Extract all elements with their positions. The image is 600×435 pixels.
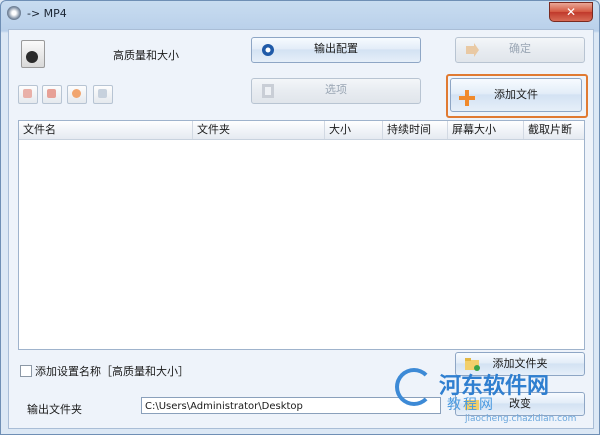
add-file-button[interactable]: 添加文件 [450,78,582,112]
column-screen-size[interactable]: 屏幕大小 [448,121,524,139]
remove-button[interactable] [42,85,62,104]
add-file-label: 添加文件 [494,88,538,101]
mp4-file-icon [21,40,45,68]
options-button[interactable]: 选项 [251,78,421,104]
clear-list-button[interactable] [18,85,38,104]
column-filename[interactable]: 文件名 [19,121,193,139]
table-header: 文件名 文件夹 大小 持续时间 屏幕大小 截取片断 [19,121,584,140]
column-duration[interactable]: 持续时间 [383,121,448,139]
output-config-label: 输出配置 [314,42,358,55]
add-setting-name-checkbox[interactable] [20,365,32,377]
ok-button[interactable]: 确定 [455,37,585,63]
site-watermark: 河东软件网 教程网 jiaocheng.chazidian.com [395,368,600,435]
file-list-table[interactable]: 文件名 文件夹 大小 持续时间 屏幕大小 截取片断 [18,120,585,350]
info-button[interactable] [93,85,113,104]
column-clip[interactable]: 截取片断 [524,121,584,139]
add-setting-name-row[interactable]: 添加设置名称［高质量和大小］ [20,363,189,379]
play-icon [72,89,81,98]
gear-icon [260,42,276,58]
close-button[interactable]: ✕ [549,2,593,22]
add-setting-name-label: 添加设置名称［高质量和大小］ [35,365,189,378]
watermark-subtitle: 教程网 [447,397,495,413]
column-size[interactable]: 大小 [325,121,383,139]
info-icon [98,89,107,98]
play-button[interactable] [67,85,87,104]
window-title: -> MP4 [27,7,67,20]
remove-icon [47,89,56,98]
profile-label: 高质量和大小 [113,49,179,62]
film-icon [260,83,276,99]
output-folder-label: 输出文件夹 [27,403,82,416]
ok-label: 确定 [509,42,531,55]
options-label: 选项 [325,83,347,96]
column-folder[interactable]: 文件夹 [193,121,325,139]
arrow-right-icon [464,42,480,58]
watermark-logo-icon [395,368,433,406]
title-bar[interactable]: -> MP4 ✕ [1,1,599,27]
watermark-url: jiaocheng.chazidian.com [465,414,577,424]
plus-icon [459,87,475,106]
clear-icon [23,89,32,98]
app-icon[interactable] [7,6,21,20]
output-config-button[interactable]: 输出配置 [251,37,421,63]
